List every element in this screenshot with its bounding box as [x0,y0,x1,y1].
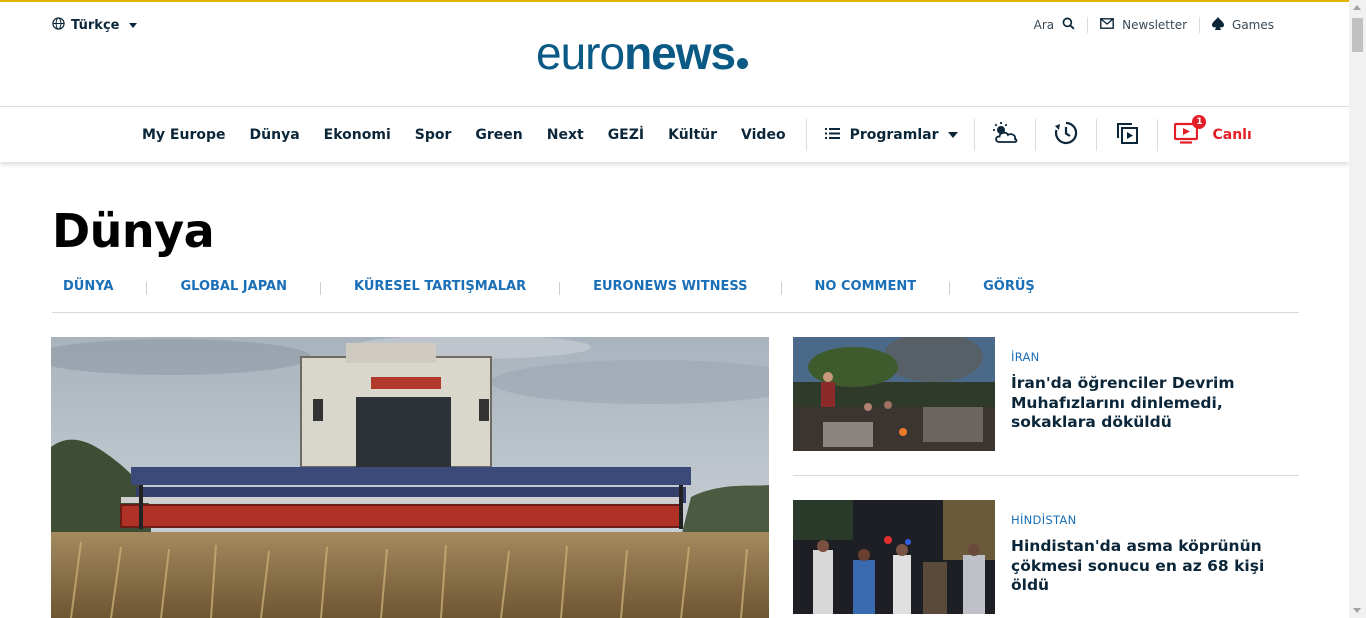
list-icon [824,127,840,143]
story-thumbnail[interactable] [793,337,995,451]
scrollbar-thumb[interactable] [1352,18,1363,52]
language-label: Türkçe [71,18,120,33]
newsletter-link[interactable]: Newsletter [1088,18,1199,32]
divider [805,119,807,151]
top-accent-line [0,0,1349,2]
divider [319,282,321,295]
latest-news-button[interactable] [1036,121,1096,149]
subnav-gorus[interactable]: GÖRÜŞ [972,279,1046,312]
weather-icon [992,122,1018,148]
subnav-kuresel-tartismalar[interactable]: KÜRESEL TARTIŞMALAR [343,279,537,312]
nav-item-gezi[interactable]: GEZİ [608,127,644,143]
utility-links: Ara Newsletter Games [1022,17,1286,33]
hero-article-image[interactable] [51,337,769,618]
divider [559,282,561,295]
live-label: Canlı [1212,127,1252,143]
clock-history-icon [1054,121,1078,149]
story-category[interactable]: HİNDİSTAN [1011,513,1077,527]
subnav-global-japan[interactable]: GLOBAL JAPAN [169,279,298,312]
subnav-dunya[interactable]: DÜNYA [52,279,124,312]
nav-item-ekonomi[interactable]: Ekonomi [324,127,391,143]
nav-item-spor[interactable]: Spor [415,127,452,143]
story-divider [793,475,1299,476]
programs-menu-button[interactable]: Programlar [824,127,959,143]
search-icon [1062,17,1075,33]
live-button[interactable]: 1 Canlı [1174,115,1252,148]
globe-icon [52,17,65,34]
chevron-down-icon [129,23,138,28]
story-card[interactable]: HİNDİSTAN Hindistan'da asma köprünün çök… [793,500,1299,614]
story-thumbnail[interactable] [793,500,995,614]
nav-item-kultur[interactable]: Kültür [668,127,717,143]
euronews-logo[interactable]: euronews [536,30,749,76]
live-count-badge: 1 [1192,115,1207,129]
programs-label: Programlar [849,127,939,143]
page-title: Dünya [52,204,215,258]
main-navigation: My Europe Dünya Ekonomi Spor Green Next … [0,106,1349,162]
subnav-no-comment[interactable]: NO COMMENT [804,279,928,312]
video-playlist-icon [1116,122,1139,148]
story-headline[interactable]: İran'da öğrenciler Devrim Muhafızlarını … [1011,374,1301,433]
story-card[interactable]: İRAN İran'da öğrenciler Devrim Muhafızla… [793,337,1299,451]
divider [949,282,951,295]
search-label: Ara [1033,18,1055,32]
nav-item-video[interactable]: Video [741,127,786,143]
nav-item-dunya[interactable]: Dünya [250,127,300,143]
page-scrollbar[interactable] [1349,0,1366,618]
live-tv-icon: 1 [1174,115,1207,148]
search-button[interactable]: Ara [1022,17,1088,33]
chevron-down-icon [948,132,959,138]
nav-item-green[interactable]: Green [475,127,522,143]
weather-button[interactable] [975,122,1035,148]
story-headline[interactable]: Hindistan'da asma köprünün çökmesi sonuc… [1011,537,1301,596]
language-selector[interactable]: Türkçe [52,17,138,34]
divider [1157,119,1159,151]
divider [780,282,782,295]
mail-icon [1100,18,1115,32]
newsletter-label: Newsletter [1122,18,1188,32]
spade-icon [1212,17,1225,33]
nav-item-next[interactable]: Next [547,127,584,143]
games-link[interactable]: Games [1200,17,1286,33]
games-label: Games [1232,18,1274,32]
story-category[interactable]: İRAN [1011,350,1040,364]
divider [146,282,148,295]
logo-dot [737,58,749,69]
section-subnav: DÜNYA GLOBAL JAPAN KÜRESEL TARTIŞMALAR E… [52,279,1299,313]
nav-item-my-europe[interactable]: My Europe [142,127,226,143]
scroll-up-arrow-icon[interactable] [1353,5,1361,10]
subnav-euronews-witness[interactable]: EURONEWS WITNESS [582,279,758,312]
playlist-button[interactable] [1097,122,1157,148]
scroll-down-arrow-icon[interactable] [1353,608,1361,613]
